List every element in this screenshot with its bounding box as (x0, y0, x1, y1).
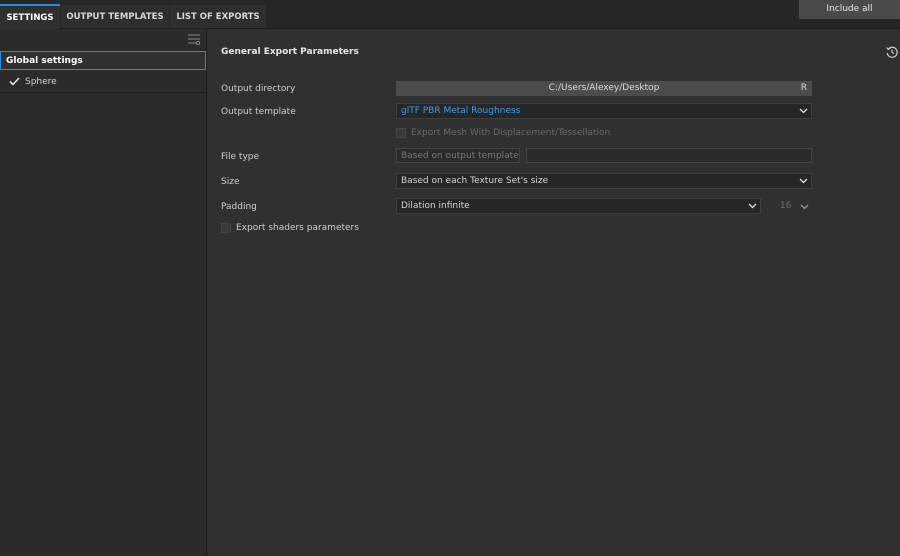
size-select[interactable]: Based on each Texture Set's size (396, 173, 812, 189)
chevron-down-icon (799, 108, 808, 114)
export-shaders-label: Export shaders parameters (236, 223, 359, 233)
section-title: General Export Parameters (221, 47, 359, 57)
size-value: Based on each Texture Set's size (401, 176, 549, 186)
output-template-value: glTF PBR Metal Roughness (401, 106, 521, 116)
padding-select[interactable]: Dilation infinite (396, 198, 761, 214)
output-template-label: Output template (221, 107, 296, 117)
padding-value: Dilation infinite (401, 201, 470, 211)
file-type-field[interactable]: Based on output template (396, 148, 520, 163)
filter-icon[interactable] (186, 33, 202, 45)
export-shaders-checkbox[interactable] (221, 223, 231, 233)
chevron-down-icon (799, 178, 808, 184)
sidebar-item-label: Sphere (25, 77, 57, 87)
texture-set-sidebar: Global settings Sphere (0, 29, 207, 556)
output-directory-field[interactable]: C:/Users/Alexey/Desktop R (396, 81, 812, 96)
output-directory-value: C:/Users/Alexey/Desktop (548, 83, 660, 93)
reset-icon[interactable] (885, 45, 899, 59)
output-directory-label: Output directory (221, 84, 296, 94)
chevron-down-icon (748, 203, 757, 209)
tab-output-templates[interactable]: OUTPUT TEMPLATES (61, 5, 169, 28)
output-template-select[interactable]: glTF PBR Metal Roughness (396, 103, 812, 119)
export-mesh-label: Export Mesh With Displacement/Tessellati… (411, 128, 611, 138)
tab-list-of-exports[interactable]: LIST OF EXPORTS (170, 5, 266, 28)
include-all-button[interactable]: Include all (799, 0, 900, 19)
top-tab-bar: SETTINGS OUTPUT TEMPLATES LIST OF EXPORT… (0, 0, 900, 30)
padding-number: 16 (780, 201, 792, 211)
sidebar-item-sphere[interactable]: Sphere (0, 72, 206, 93)
export-mesh-checkbox[interactable] (396, 128, 406, 138)
file-type-label: File type (221, 152, 260, 162)
padding-label: Padding (221, 202, 257, 212)
output-directory-reset-button[interactable]: R (801, 81, 807, 95)
file-type-extra-field[interactable] (526, 148, 812, 163)
check-icon[interactable] (9, 77, 20, 86)
tab-settings[interactable]: SETTINGS (0, 4, 60, 30)
global-settings-item[interactable]: Global settings (0, 51, 206, 70)
size-label: Size (221, 177, 240, 187)
chevron-down-icon[interactable] (800, 202, 809, 211)
